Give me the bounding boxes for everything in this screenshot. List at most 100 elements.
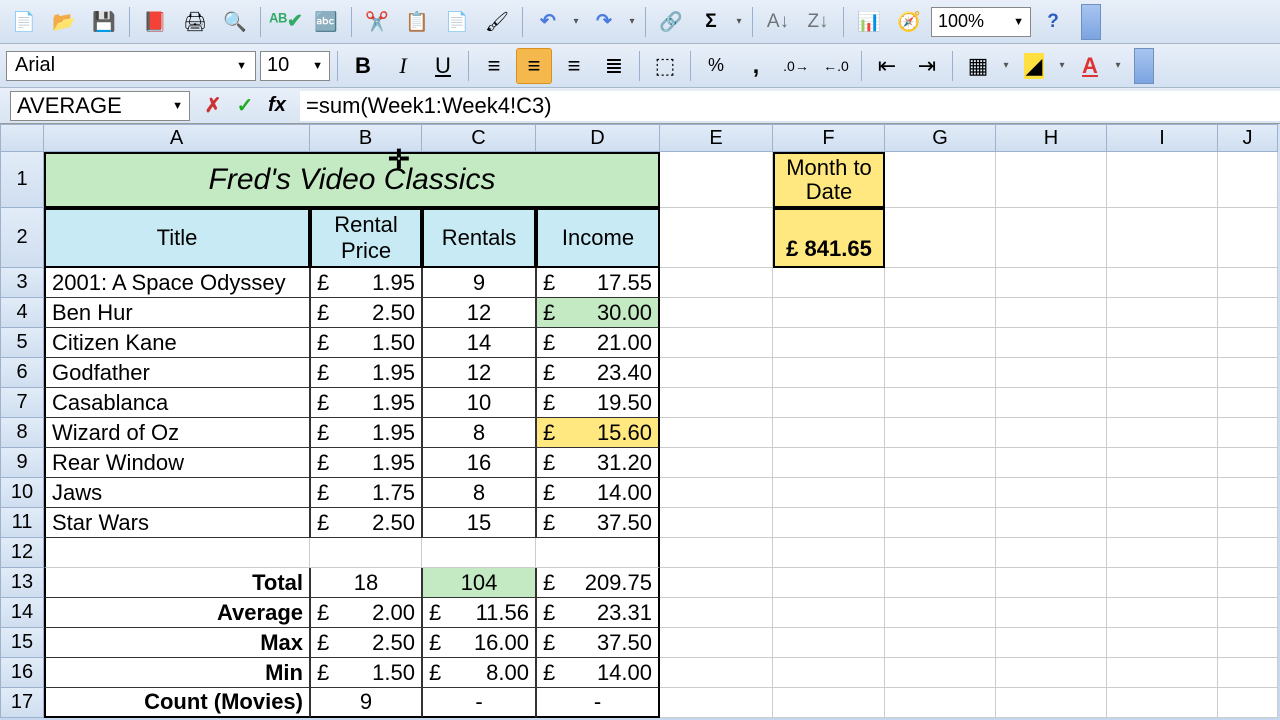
decrease-indent-button[interactable]: ⇤ [869,48,905,84]
header-price[interactable]: Rental Price [310,208,422,268]
cell[interactable] [996,328,1107,358]
cell-rentals[interactable]: 9 [422,268,536,298]
toolbar-gripper[interactable] [1134,48,1154,84]
sheet-title[interactable]: Fred's Video Classics [44,152,660,208]
cell-income[interactable]: £21.00 [536,328,660,358]
cell[interactable] [773,598,885,628]
cell-rentals[interactable]: 12 [422,358,536,388]
cell[interactable] [1218,208,1278,268]
cell[interactable] [885,298,996,328]
cell[interactable] [1218,628,1278,658]
cell[interactable]: £14.00 [536,658,660,688]
summary-label[interactable]: Average [44,598,310,628]
cell[interactable] [1218,508,1278,538]
cell[interactable] [885,388,996,418]
cut-icon[interactable]: ✂️ [359,4,395,40]
cell[interactable]: 104 [422,568,536,598]
cell[interactable] [885,568,996,598]
row-header[interactable]: 3 [0,268,44,298]
cell[interactable] [1218,658,1278,688]
zoom-combo[interactable]: 100% ▼ [931,7,1031,37]
row-header[interactable]: 10 [0,478,44,508]
row-header[interactable]: 9 [0,448,44,478]
borders-button[interactable]: ▦ [960,48,996,84]
col-header-a[interactable]: A [44,124,310,152]
row-header-1[interactable]: 1 [0,152,44,208]
cell[interactable] [773,478,885,508]
cell[interactable] [660,152,773,208]
cell[interactable] [773,508,885,538]
cell[interactable] [885,358,996,388]
cell[interactable] [885,508,996,538]
formula-input[interactable] [300,91,1280,121]
accept-formula-icon[interactable]: ✓ [232,93,258,119]
cell[interactable] [1218,388,1278,418]
sort-asc-icon[interactable]: A↓ [760,4,796,40]
print-preview-icon[interactable]: 🔍 [217,4,253,40]
select-all-corner[interactable] [0,124,44,152]
navigator-icon[interactable]: 🧭 [891,4,927,40]
cell[interactable] [1107,508,1218,538]
cell-income[interactable]: £23.40 [536,358,660,388]
col-header-c[interactable]: C [422,124,536,152]
currency-button[interactable]: % [698,48,734,84]
cell[interactable] [996,568,1107,598]
row-header[interactable]: 14 [0,598,44,628]
cell[interactable]: £2.00 [310,598,422,628]
col-header-g[interactable]: G [885,124,996,152]
cell-price[interactable]: £1.95 [310,418,422,448]
cell-income[interactable]: £14.00 [536,478,660,508]
cell[interactable] [1107,478,1218,508]
cell[interactable] [1218,448,1278,478]
font-name-combo[interactable]: Arial ▼ [6,51,256,81]
cell-price[interactable]: £1.95 [310,388,422,418]
row-header[interactable]: 6 [0,358,44,388]
remove-decimal-button[interactable]: ←.0 [818,48,854,84]
cell[interactable] [885,152,996,208]
cell[interactable]: £209.75 [536,568,660,598]
cell[interactable] [660,508,773,538]
cell[interactable] [773,658,885,688]
cell[interactable] [660,448,773,478]
new-doc-icon[interactable]: 📄 [6,4,42,40]
cell[interactable]: £1.50 [310,658,422,688]
format-paintbrush-icon[interactable]: 🖌 [479,4,515,40]
cell-price[interactable]: £1.50 [310,328,422,358]
cell[interactable] [1218,298,1278,328]
cell[interactable] [1107,448,1218,478]
cell[interactable] [1107,538,1218,568]
col-header-b[interactable]: B [310,124,422,152]
col-header-j[interactable]: J [1218,124,1278,152]
cell-rentals[interactable]: 10 [422,388,536,418]
cell[interactable] [885,448,996,478]
cell[interactable] [1107,658,1218,688]
cell[interactable] [660,568,773,598]
spellcheck-icon[interactable]: ᴬᴮ✔ [268,4,304,40]
cell[interactable] [885,538,996,568]
cell[interactable] [996,598,1107,628]
help-icon[interactable]: ? [1035,4,1071,40]
cell[interactable] [660,388,773,418]
cell[interactable] [996,268,1107,298]
cell[interactable] [773,688,885,718]
redo-dropdown[interactable]: ▾ [626,16,638,27]
cell[interactable] [1107,418,1218,448]
sort-desc-icon[interactable]: Z↓ [800,4,836,40]
cell[interactable]: 9 [310,688,422,718]
cell-rentals[interactable]: 12 [422,298,536,328]
cell[interactable] [773,298,885,328]
toolbar-gripper[interactable] [1081,4,1101,40]
cell[interactable] [773,268,885,298]
cell-price[interactable]: £1.95 [310,448,422,478]
row-header[interactable]: 15 [0,628,44,658]
cell-title[interactable]: Casablanca [44,388,310,418]
cell-price[interactable]: £2.50 [310,508,422,538]
header-rentals[interactable]: Rentals [422,208,536,268]
cell[interactable] [996,208,1107,268]
cell-income[interactable]: £30.00 [536,298,660,328]
cell-rentals[interactable]: 16 [422,448,536,478]
sum-dropdown[interactable]: ▾ [733,16,745,27]
undo-icon[interactable]: ↶ [530,4,566,40]
font-color-button[interactable]: A [1072,48,1108,84]
row-header[interactable]: 11 [0,508,44,538]
